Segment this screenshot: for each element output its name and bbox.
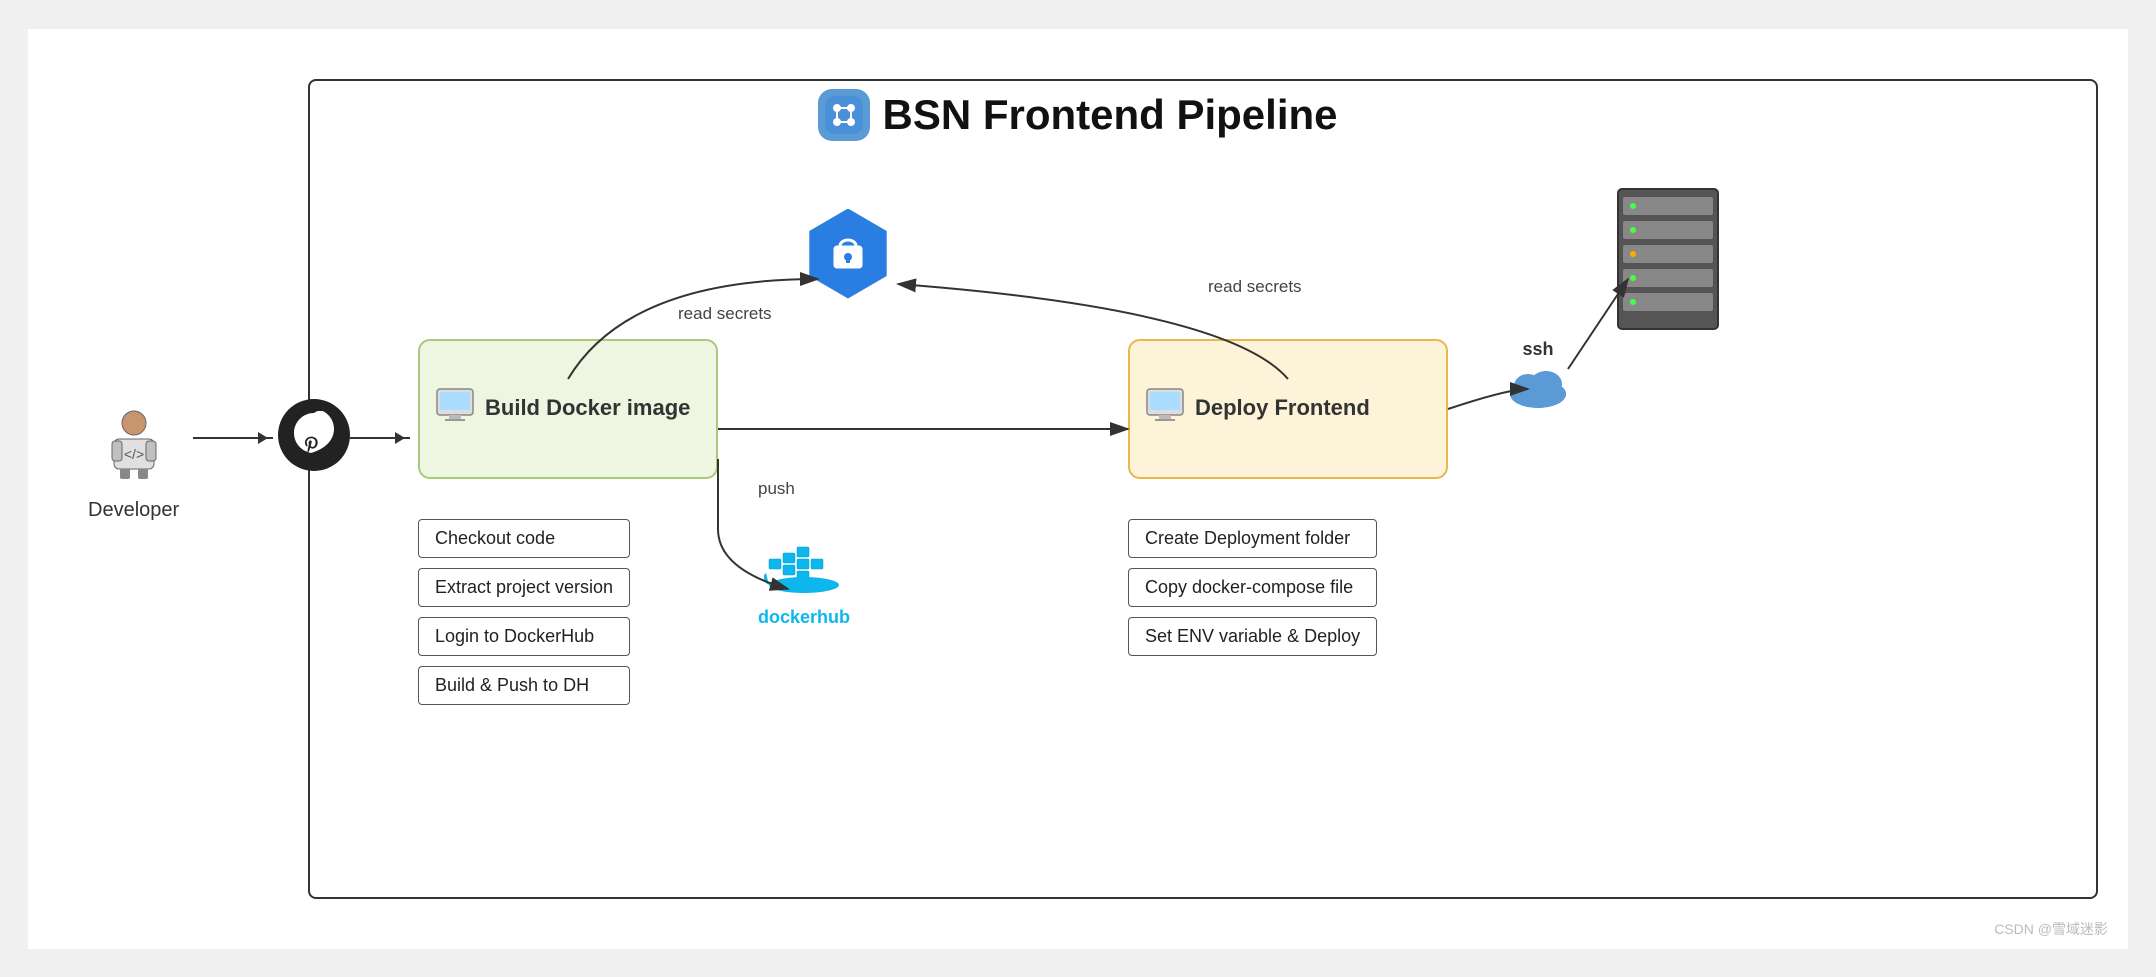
right-steps: Create Deployment folder Copy docker-com… [1128,519,1377,656]
monitor-icon-build [435,387,475,430]
github-circle [278,399,350,471]
pipeline-icon [818,89,870,141]
left-steps: Checkout code Extract project version Lo… [418,519,630,705]
github-icon [278,399,350,471]
arrow-dev-to-github [193,437,273,439]
step-extract-version: Extract project version [418,568,630,607]
step-create-deployment: Create Deployment folder [1128,519,1377,558]
server-area [1608,179,1728,344]
title-area: BSN Frontend Pipeline [28,89,2128,141]
ssh-area: ssh [1508,339,1568,414]
docker-logo [764,539,844,599]
push-label: push [758,479,795,499]
svg-text:</>: </> [123,446,143,462]
watermark: CSDN @雪域迷影 [1994,919,2108,939]
build-docker-box: Build Docker image [418,339,718,479]
vault-hexagon [803,209,893,299]
cloud-icon [1508,364,1568,414]
page-title: BSN Frontend Pipeline [882,91,1337,139]
developer-section: </> Developer [88,409,179,522]
step-login-dockerhub: Login to DockerHub [418,617,630,656]
developer-icon: </> [104,409,164,491]
step-checkout-code: Checkout code [418,519,630,558]
pipeline-box [308,79,2098,899]
deploy-frontend-label: Deploy Frontend [1195,394,1370,423]
deploy-frontend-box: Deploy Frontend [1128,339,1448,479]
step-build-push: Build & Push to DH [418,666,630,705]
step-copy-docker-compose: Copy docker-compose file [1128,568,1377,607]
dockerhub-label: dockerhub [758,607,850,628]
ssh-label: ssh [1522,339,1553,360]
secrets-label-right: read secrets [1208,277,1302,297]
canvas: BSN Frontend Pipeline </> Developer [28,29,2128,949]
developer-label: Developer [88,499,179,522]
arrow-github-to-pipeline [350,437,410,439]
step-set-env-deploy: Set ENV variable & Deploy [1128,617,1377,656]
vault-icon-wrap [803,209,893,299]
monitor-icon-deploy [1145,387,1185,430]
dockerhub-area: dockerhub [758,539,850,628]
build-docker-label: Build Docker image [485,394,690,423]
secrets-label-left: read secrets [678,304,772,324]
